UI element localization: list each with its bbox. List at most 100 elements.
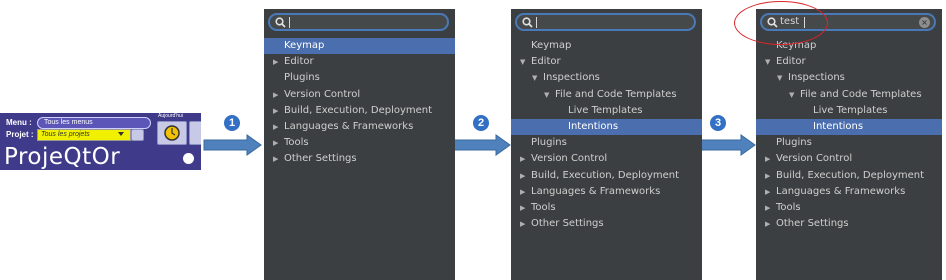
tree-item-label: Tools (531, 201, 556, 213)
tree-item-label: Build, Execution, Deployment (776, 169, 925, 181)
tree-item-build-execution-deployment[interactable]: ▶ Build, Execution, Deployment (264, 103, 455, 119)
tree-item-label: File and Code Templates (555, 88, 677, 100)
today-button[interactable] (157, 121, 187, 145)
tree-item-label: Keymap (284, 40, 325, 51)
expand-arrow-icon[interactable]: ▼ (532, 70, 537, 86)
collapse-arrow-icon[interactable]: ▶ (765, 151, 770, 167)
tree-item-label: Intentions (813, 120, 864, 132)
tree-item-label: Editor (531, 56, 561, 68)
collapse-arrow-icon[interactable]: ▶ (520, 200, 525, 216)
tree-item-tools[interactable]: ▶ Tools (264, 135, 455, 151)
projet-label: Projet : (6, 130, 34, 139)
tree-item-version-control[interactable]: ▶ Version Control (264, 87, 455, 103)
tree-item-label: Inspections (788, 72, 845, 84)
right-arrow-icon (452, 134, 511, 156)
tree-item-label: Version Control (776, 153, 853, 165)
tree-item-plugins[interactable]: Plugins (511, 135, 702, 151)
collapse-arrow-icon[interactable]: ▶ (765, 216, 770, 232)
tree-item-label: Editor (776, 56, 806, 68)
tree-item-build-execution-deployment[interactable]: ▶ Build, Execution, Deployment (756, 168, 942, 184)
tree-item-live-templates[interactable]: Live Templates (511, 103, 702, 119)
tree-item-version-control[interactable]: ▶ Version Control (511, 151, 702, 167)
collapse-arrow-icon[interactable]: ▶ (520, 216, 525, 232)
tree-item-file-and-code-templates[interactable]: ▼ File and Code Templates (756, 87, 942, 103)
collapse-arrow-icon[interactable]: ▶ (765, 168, 770, 184)
collapse-arrow-icon[interactable]: ▶ (273, 54, 278, 70)
collapse-arrow-icon[interactable]: ▶ (520, 151, 525, 167)
expand-arrow-icon[interactable]: ▼ (777, 70, 782, 86)
clear-search-icon[interactable]: × (919, 17, 930, 28)
tree-item-label: Plugins (776, 137, 812, 149)
tree-item-label: Other Settings (284, 153, 357, 165)
tree-item-label: Keymap (531, 40, 572, 51)
clock-icon (164, 125, 180, 141)
tree-item-file-and-code-templates[interactable]: ▼ File and Code Templates (511, 87, 702, 103)
tree-item-label: File and Code Templates (800, 88, 922, 100)
tree-item-other-settings[interactable]: ▶ Other Settings (264, 151, 455, 167)
search-field[interactable] (268, 13, 449, 31)
expand-arrow-icon[interactable]: ▼ (544, 87, 549, 103)
tree-item-label: Plugins (531, 137, 567, 149)
tree-item-editor[interactable]: ▶ Editor (264, 54, 455, 70)
hp-logo-icon (183, 153, 194, 164)
tree-item-other-settings[interactable]: ▶ Other Settings (756, 216, 942, 232)
text-caret (289, 17, 290, 28)
settings-tree: Keymap ▼ Editor ▼ Inspections ▼ File and Code … (511, 38, 702, 232)
tree-item-languages-frameworks[interactable]: ▶ Languages & Frameworks (264, 119, 455, 135)
tree-item-plugins[interactable]: Plugins (264, 70, 455, 86)
tree-item-label: Version Control (531, 153, 608, 165)
settings-tree: Keymap ▼ Editor ▼ Inspections ▼ File and Code … (756, 38, 942, 232)
tree-item-label: Editor (284, 56, 314, 68)
tree-item-label: Intentions (568, 120, 619, 132)
expand-arrow-icon[interactable]: ▼ (765, 54, 770, 70)
search-icon (275, 17, 286, 28)
settings-panel-3: test × Keymap ▼ Editor ▼ Inspections ▼ File an… (756, 9, 942, 280)
projet-select[interactable]: Tous les projets (37, 129, 131, 141)
tree-item-tools[interactable]: ▶ Tools (756, 200, 942, 216)
tree-item-label: Tools (776, 201, 801, 213)
tree-item-build-execution-deployment[interactable]: ▶ Build, Execution, Deployment (511, 168, 702, 184)
tree-item-version-control[interactable]: ▶ Version Control (756, 151, 942, 167)
expand-arrow-icon[interactable]: ▼ (520, 54, 525, 70)
tree-item-editor[interactable]: ▼ Editor (511, 54, 702, 70)
tree-item-languages-frameworks[interactable]: ▶ Languages & Frameworks (756, 184, 942, 200)
tree-item-other-settings[interactable]: ▶ Other Settings (511, 216, 702, 232)
collapse-arrow-icon[interactable]: ▶ (273, 103, 278, 119)
tree-item-keymap[interactable]: Keymap (511, 38, 702, 54)
settings-panel-1: Keymap ▶ Editor Plugins ▶ Version Control ▶ Bui… (264, 9, 455, 280)
tree-item-inspections[interactable]: ▼ Inspections (511, 70, 702, 86)
edit-project-button[interactable] (131, 129, 144, 141)
menu-select[interactable]: Tous les menus (37, 117, 151, 129)
right-arrow-icon (203, 134, 262, 156)
collapse-arrow-icon[interactable]: ▶ (765, 200, 770, 216)
step-badge-3: 3 (710, 115, 726, 131)
collapse-arrow-icon[interactable]: ▶ (520, 184, 525, 200)
tree-item-live-templates[interactable]: Live Templates (756, 103, 942, 119)
expand-arrow-icon[interactable]: ▼ (789, 87, 794, 103)
tree-item-inspections[interactable]: ▼ Inspections (756, 70, 942, 86)
collapse-arrow-icon[interactable]: ▶ (520, 168, 525, 184)
tree-item-label: Other Settings (776, 218, 849, 230)
projet-dropdown-icon[interactable] (118, 132, 124, 136)
search-field[interactable] (515, 13, 696, 31)
tree-item-intentions[interactable]: Intentions (511, 118, 702, 136)
tree-item-editor[interactable]: ▼ Editor (756, 54, 942, 70)
step-badge-2: 2 (473, 115, 489, 131)
collapse-arrow-icon[interactable]: ▶ (273, 151, 278, 167)
tree-item-keymap[interactable]: Keymap (264, 38, 455, 55)
tree-item-intentions[interactable]: Intentions (756, 118, 942, 136)
projeqtor-logo: ProjeQtOr (4, 144, 121, 170)
collapse-arrow-icon[interactable]: ▶ (273, 119, 278, 135)
tree-item-label: Languages & Frameworks (776, 185, 906, 197)
tree-item-label: Languages & Frameworks (531, 185, 661, 197)
collapse-arrow-icon[interactable]: ▶ (273, 135, 278, 151)
tree-item-plugins[interactable]: Plugins (756, 135, 942, 151)
tree-item-languages-frameworks[interactable]: ▶ Languages & Frameworks (511, 184, 702, 200)
collapse-arrow-icon[interactable]: ▶ (765, 184, 770, 200)
collapse-arrow-icon[interactable]: ▶ (273, 87, 278, 103)
tree-item-tools[interactable]: ▶ Tools (511, 200, 702, 216)
text-caret (536, 17, 537, 28)
search-icon (522, 17, 533, 28)
tree-item-label: Other Settings (531, 218, 604, 230)
next-toolbar-button[interactable] (189, 121, 201, 145)
